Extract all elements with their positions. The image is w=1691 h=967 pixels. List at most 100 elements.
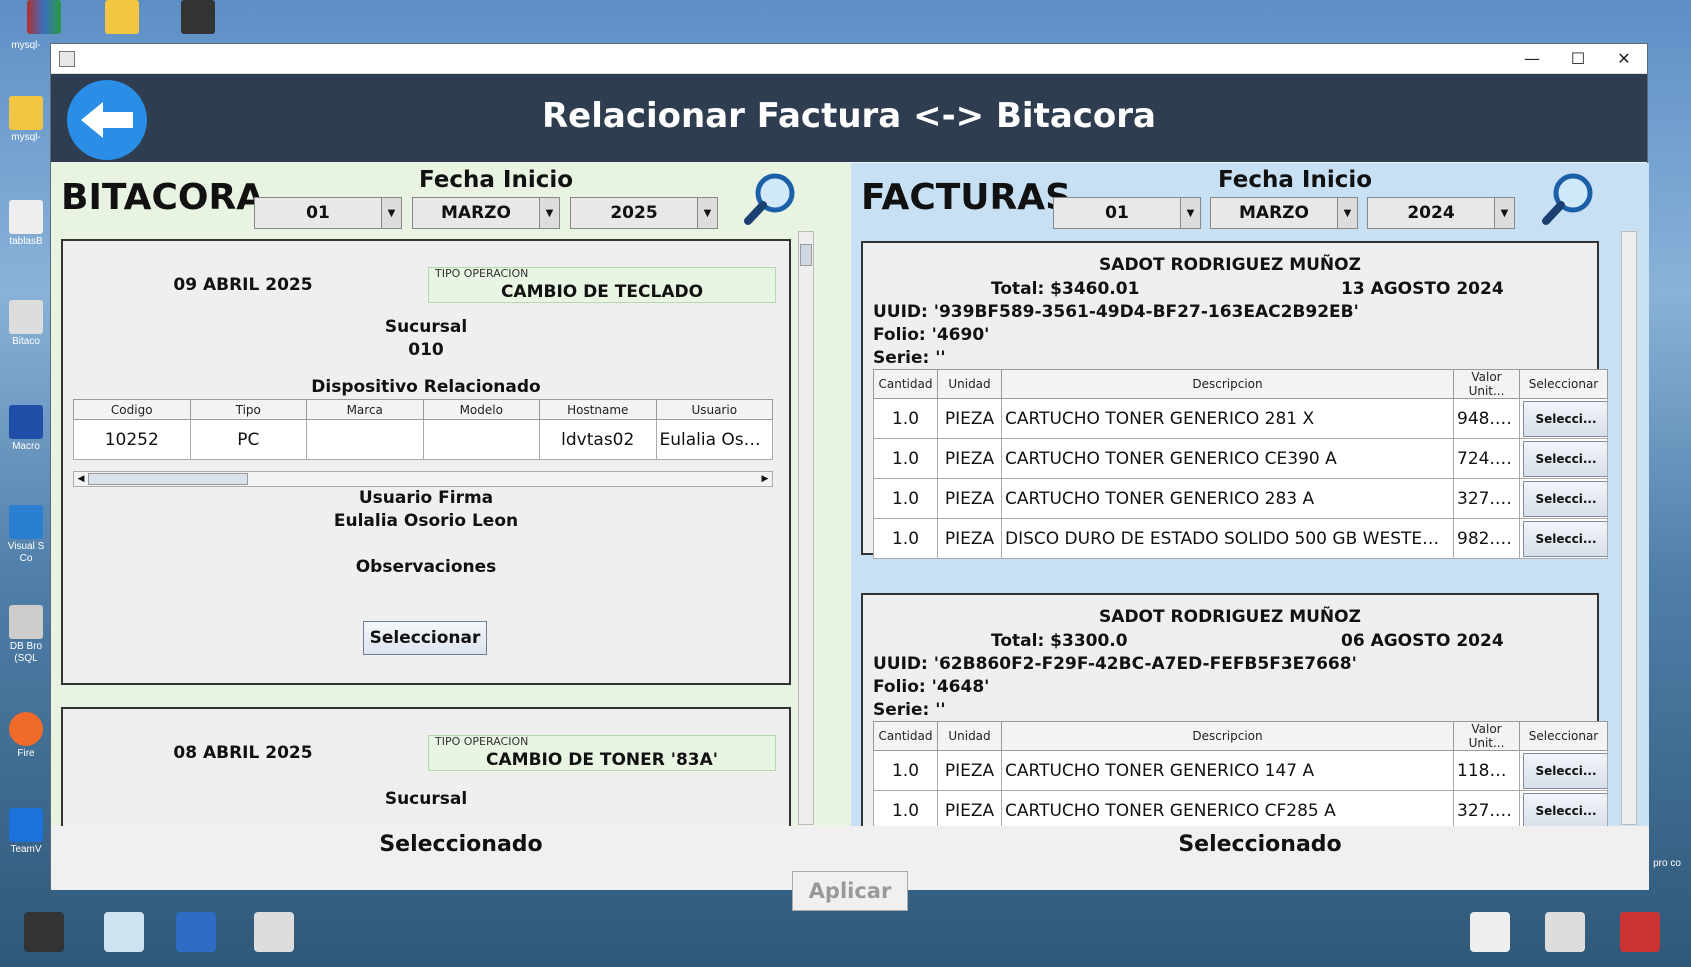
- seleccionar-concepto-button[interactable]: Selecci...: [1523, 792, 1607, 829]
- day-value: 01: [1105, 203, 1129, 223]
- recycle-bin-icon[interactable]: [104, 912, 144, 952]
- desktop-icon-label: Visual S Co: [7, 541, 45, 564]
- seleccionar-concepto-button[interactable]: Selecci...: [1523, 752, 1607, 789]
- bitacora-scrollbar[interactable]: [798, 231, 814, 825]
- desktop-icon-macro[interactable]: Macro: [2, 405, 50, 453]
- desktop-icon-bitacora[interactable]: Bitaco: [2, 300, 50, 348]
- shortcut-icon[interactable]: [176, 912, 216, 952]
- month-select[interactable]: MARZO ▼: [1210, 197, 1358, 229]
- observaciones-label: Observaciones: [355, 557, 497, 577]
- java-app-icon: [59, 50, 75, 67]
- seleccionar-concepto-button[interactable]: Selecci...: [1523, 400, 1607, 437]
- column-header[interactable]: Hostname: [539, 399, 657, 420]
- seleccionar-concepto-button[interactable]: Selecci...: [1523, 520, 1607, 557]
- desktop-icon-folder[interactable]: [98, 0, 146, 36]
- column-header[interactable]: Unidad: [937, 721, 1002, 751]
- column-header[interactable]: Modelo: [422, 399, 540, 420]
- day-select[interactable]: 01 ▼: [254, 197, 402, 229]
- chevron-down-icon: ▼: [539, 198, 559, 228]
- search-icon[interactable]: [1541, 171, 1597, 227]
- aplicar-button[interactable]: Aplicar: [792, 871, 908, 911]
- factura-total: Total: $3300.0: [991, 631, 1128, 651]
- column-header[interactable]: Usuario: [655, 399, 773, 420]
- scroll-thumb[interactable]: [800, 244, 812, 266]
- cell-tipo: PC: [189, 419, 307, 460]
- cell-unidad: PIEZA: [937, 398, 1002, 439]
- cell-descripcion: CARTUCHO TONER GENERICO 283 A: [1001, 478, 1454, 519]
- factura-folio: Folio: '4690': [873, 325, 990, 345]
- settings-file-icon[interactable]: [254, 912, 294, 952]
- cell-unidad: PIEZA: [937, 790, 1002, 831]
- desktop-icon-dbbrowser[interactable]: DB Bro (SQL: [2, 605, 50, 665]
- year-value: 2025: [610, 203, 658, 223]
- cell-modelo: [422, 419, 540, 460]
- desktop-icon-vscode[interactable]: Visual S Co: [2, 505, 50, 565]
- chevron-down-icon: ▼: [1337, 198, 1357, 228]
- close-button[interactable]: ✕: [1601, 44, 1647, 74]
- scroll-right-icon[interactable]: ▶: [758, 474, 772, 484]
- desktop-icon-tablas[interactable]: tablasB: [2, 200, 50, 248]
- desktop-icon-label: mysql-: [11, 40, 41, 51]
- column-header[interactable]: Cantidad: [873, 721, 938, 751]
- settings-file-icon-2[interactable]: [1545, 912, 1585, 952]
- table-row[interactable]: 10252 PC ldvtas02 Eulalia Osorio Leon: [73, 419, 773, 460]
- desktop-icon-winrar[interactable]: [20, 0, 68, 36]
- cell-unidad: PIEZA: [937, 518, 1002, 559]
- table-row[interactable]: 1.0 PIEZA CARTUCHO TONER GENERICO CF285 A3…: [873, 790, 1608, 831]
- app-icon[interactable]: [1620, 912, 1660, 952]
- dispositivo-label: Dispositivo Relacionado: [311, 377, 541, 397]
- desktop-icon-label: TeamV: [10, 844, 42, 855]
- day-select[interactable]: 01 ▼: [1053, 197, 1201, 229]
- column-header[interactable]: Valor Unit...: [1453, 369, 1520, 399]
- document-icon[interactable]: [1470, 912, 1510, 952]
- column-header[interactable]: Seleccionar: [1519, 369, 1608, 399]
- column-header[interactable]: Tipo: [189, 399, 307, 420]
- desktop-icon-label: Macro: [12, 441, 40, 452]
- cell-cantidad: 1.0: [873, 478, 938, 519]
- sublime-taskbar-icon[interactable]: [24, 912, 64, 952]
- column-header[interactable]: Seleccionar: [1519, 721, 1608, 751]
- table-row[interactable]: 1.0 PIEZA DISCO DURO DE ESTADO SOLIDO 500 …: [873, 518, 1608, 559]
- factura-uuid: UUID: '62B860F2-F29F-42BC-A7ED-FEFB5F3E7…: [873, 654, 1357, 674]
- month-select[interactable]: MARZO ▼: [412, 197, 560, 229]
- app-window: — ☐ ✕ Relacionar Factura <-> Bitacora BI…: [50, 43, 1649, 911]
- table-row[interactable]: 1.0 PIEZA CARTUCHO TONER GENERICO 147 A 118…: [873, 750, 1608, 791]
- desktop-icon-sublime[interactable]: [174, 0, 222, 36]
- column-header[interactable]: Marca: [306, 399, 424, 420]
- desktop-icon-teamviewer[interactable]: TeamV: [2, 808, 50, 856]
- conceptos-table: Cantidad Unidad Descripcion Valor Unit..…: [873, 369, 1608, 559]
- year-select[interactable]: 2024 ▼: [1367, 197, 1515, 229]
- cell-valor: 327.59: [1453, 478, 1520, 519]
- column-header[interactable]: Valor Unit...: [1453, 721, 1520, 751]
- bottom-bar: Seleccionado Seleccionado Aplicar: [51, 826, 1649, 911]
- column-header[interactable]: Codigo: [73, 399, 191, 420]
- desktop-icon-mysql-2[interactable]: mysql-: [2, 96, 50, 144]
- desktop-icon-firefox[interactable]: Fire: [2, 712, 50, 760]
- seleccionar-concepto-button[interactable]: Selecci...: [1523, 440, 1607, 477]
- column-header[interactable]: Descripcion: [1001, 721, 1454, 751]
- factura-card: SADOT RODRIGUEZ MUÑOZ Total: $3460.01 13…: [861, 241, 1608, 559]
- table-row[interactable]: 1.0 PIEZA CARTUCHO TONER GENERICO CE390 A7…: [873, 438, 1608, 479]
- search-icon[interactable]: [743, 171, 799, 227]
- desktop-icon-mysql[interactable]: mysql-: [2, 40, 50, 52]
- scroll-thumb[interactable]: [88, 473, 248, 485]
- year-select[interactable]: 2025 ▼: [570, 197, 718, 229]
- facturas-title: FACTURAS: [861, 177, 1072, 218]
- table-row[interactable]: 1.0 PIEZA CARTUCHO TONER GENERICO 281 X 948…: [873, 398, 1608, 439]
- column-header[interactable]: Cantidad: [873, 369, 938, 399]
- cell-descripcion: DISCO DURO DE ESTADO SOLIDO 500 GB WESTE…: [1001, 518, 1454, 559]
- column-header[interactable]: Unidad: [937, 369, 1002, 399]
- column-header[interactable]: Descripcion: [1001, 369, 1454, 399]
- table-row[interactable]: 1.0 PIEZA CARTUCHO TONER GENERICO 283 A 327…: [873, 478, 1608, 519]
- horizontal-scrollbar[interactable]: ◀ ▶: [73, 471, 773, 487]
- minimize-button[interactable]: —: [1509, 44, 1555, 74]
- facturas-scrollbar[interactable]: [1621, 231, 1637, 825]
- seleccionar-concepto-button[interactable]: Selecci...: [1523, 480, 1607, 517]
- cell-codigo: 10252: [73, 419, 191, 460]
- title-bar: — ☐ ✕: [51, 44, 1647, 74]
- desktop-icon-right[interactable]: pro co: [1643, 858, 1691, 870]
- scroll-left-icon[interactable]: ◀: [74, 474, 88, 484]
- cell-descripcion: CARTUCHO TONER GENERICO 281 X: [1001, 398, 1454, 439]
- maximize-button[interactable]: ☐: [1555, 44, 1601, 74]
- seleccionar-button[interactable]: Seleccionar: [363, 621, 487, 655]
